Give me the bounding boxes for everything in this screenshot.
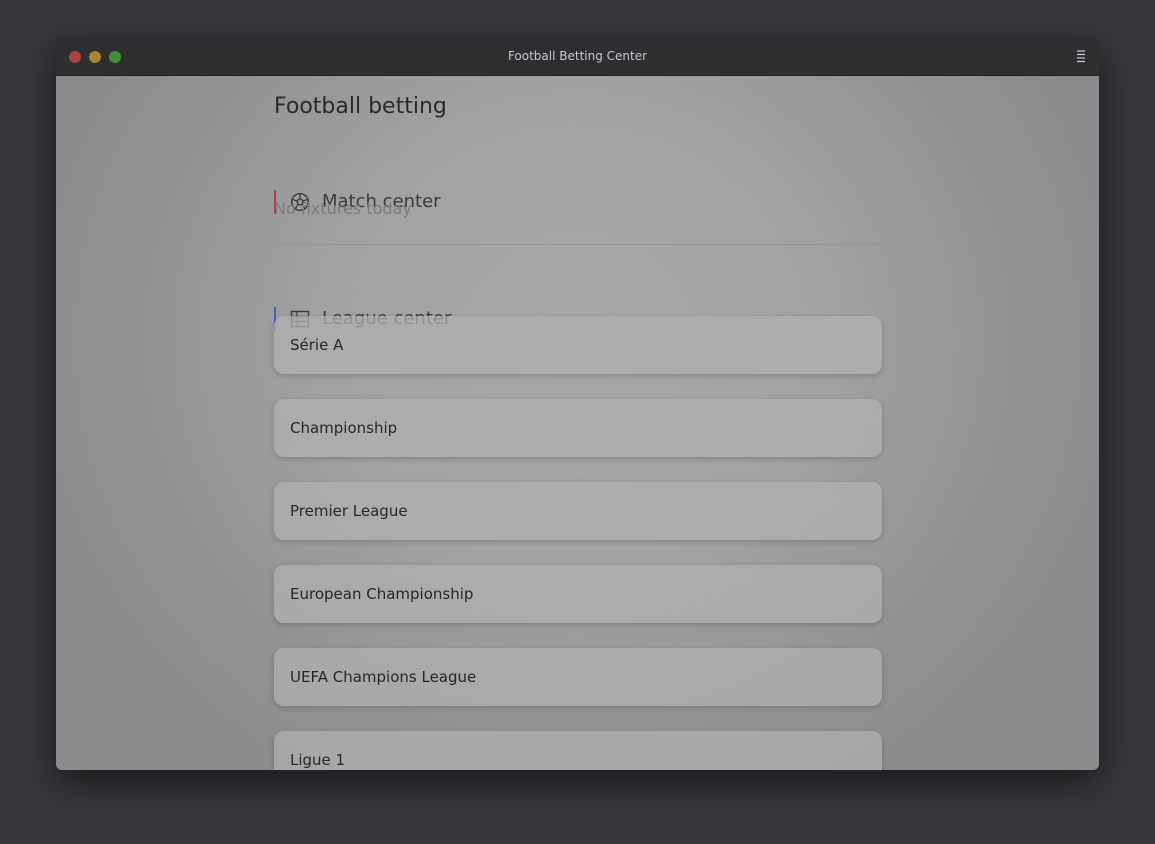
window-title: Football Betting Center xyxy=(507,49,648,63)
app-window: Football Betting Center Football betting xyxy=(56,38,1099,770)
title-bar: Football Betting Center xyxy=(56,38,1099,76)
menu-icon[interactable] xyxy=(1075,49,1087,63)
league-card-championship[interactable]: Championship xyxy=(274,399,882,457)
league-card-serie-a[interactable]: Série A xyxy=(274,316,882,374)
league-card-premier-league[interactable]: Premier League xyxy=(274,482,882,540)
section-divider xyxy=(274,244,882,245)
league-name: UEFA Champions League xyxy=(290,668,477,686)
league-name: Série A xyxy=(290,336,344,354)
league-name: European Championship xyxy=(290,585,474,603)
league-card-uefa-champions-league[interactable]: UEFA Champions League xyxy=(274,648,882,706)
page-title: Football betting xyxy=(274,94,447,119)
league-name: Championship xyxy=(290,419,398,437)
league-card-ligue-1[interactable]: Ligue 1 xyxy=(274,731,882,770)
league-name: Ligue 1 xyxy=(290,751,346,769)
main-content: Football betting Match center No fixture… xyxy=(56,76,1099,770)
no-fixtures-text: No fixtures today xyxy=(274,199,412,218)
league-name: Premier League xyxy=(290,502,408,520)
league-card-european-championship[interactable]: European Championship xyxy=(274,565,882,623)
